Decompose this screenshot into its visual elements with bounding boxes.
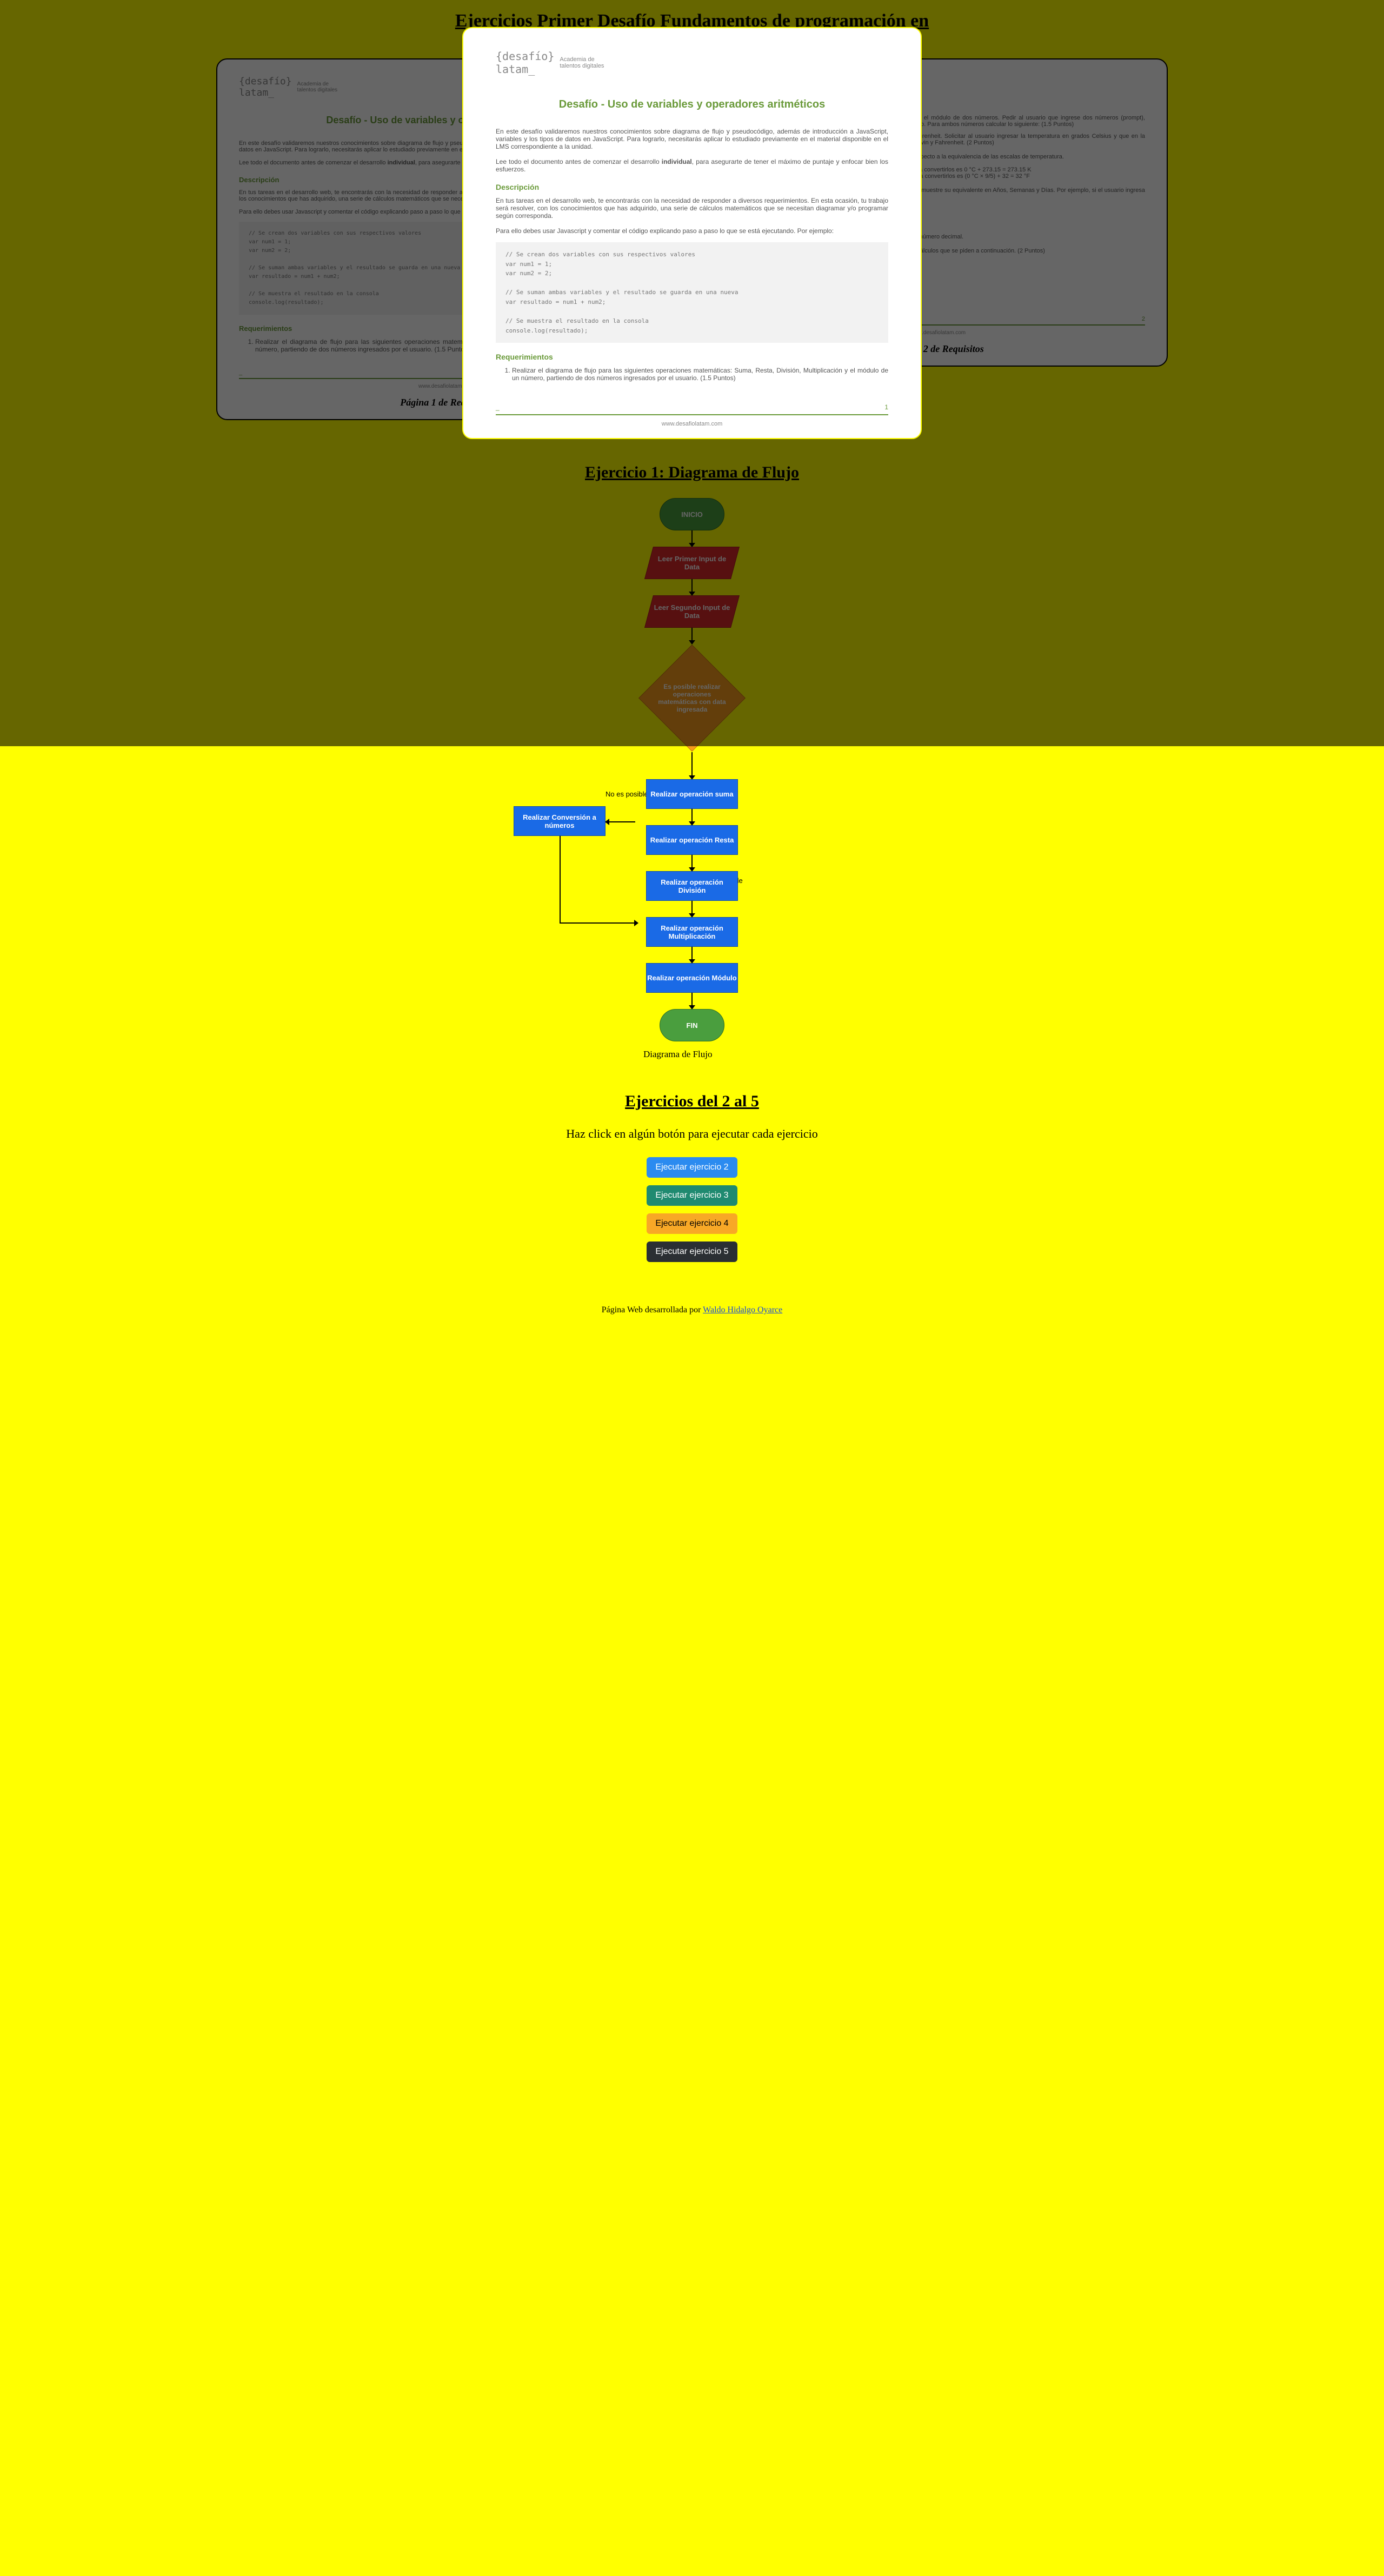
flow-resta: Realizar operación Resta <box>646 825 738 855</box>
label-no: No es posible <box>606 790 648 798</box>
arrow-icon <box>691 947 693 963</box>
req-heading: Requerimientos <box>496 353 888 361</box>
logo-tagline: Academia de talentos digitales <box>560 56 604 69</box>
modal-body: En este desafío validaremos nuestros con… <box>496 128 888 382</box>
flow-fin: FIN <box>660 1009 724 1041</box>
desc-p1: En tus tareas en el desarrollo web, te e… <box>496 197 888 220</box>
code-block: // Se crean dos variables con sus respec… <box>496 242 888 343</box>
ejecutar-3-button[interactable]: Ejecutar ejercicio 3 <box>647 1185 737 1206</box>
ejecutar-4-button[interactable]: Ejecutar ejercicio 4 <box>647 1213 737 1234</box>
modal-document: {desafío} latam_ Academia de talentos di… <box>462 27 922 439</box>
arrow-icon <box>691 855 693 871</box>
logo: {desafío} latam_ Academia de talentos di… <box>496 50 888 76</box>
buttons-group: Ejecutar ejercicio 2 Ejecutar ejercicio … <box>0 1157 1384 1262</box>
flow-caption: Diagrama de Flujo <box>638 1049 746 1060</box>
logo-brand: {desafío} latam_ <box>496 50 554 76</box>
modal-footer-bar: _ 1 <box>496 403 888 415</box>
flow-division: Realizar operación División <box>646 871 738 901</box>
modal-title: Desafío - Uso de variables y operadores … <box>496 97 888 111</box>
footer-dash: _ <box>496 403 500 411</box>
ej25-title: Ejercicios del 2 al 5 <box>0 1092 1384 1111</box>
modal-intro-2: Lee todo el documento antes de comenzar … <box>496 158 888 173</box>
arrow-icon <box>691 993 693 1009</box>
footer-text: Página Web desarrollada por <box>602 1305 703 1314</box>
page-number: 1 <box>884 403 888 411</box>
connector-line <box>606 821 635 822</box>
modal-intro-1: En este desafío validaremos nuestros con… <box>496 128 888 150</box>
footer-author-link[interactable]: Waldo Hidalgo Oyarce <box>703 1305 782 1314</box>
ejecutar-2-button[interactable]: Ejecutar ejercicio 2 <box>647 1157 737 1178</box>
ej25-subtitle: Haz click en algún botón para ejecutar c… <box>0 1127 1384 1141</box>
desc-p2: Para ello debes usar Javascript y coment… <box>496 227 888 235</box>
page-footer: Página Web desarrollada por Waldo Hidalg… <box>0 1294 1384 1337</box>
connector-line <box>560 836 561 922</box>
arrow-icon <box>691 752 693 779</box>
desc-heading: Descripción <box>496 183 888 191</box>
ejecutar-5-button[interactable]: Ejecutar ejercicio 5 <box>647 1241 737 1262</box>
flow-suma: Realizar operación suma <box>646 779 738 809</box>
req-item-1: Realizar el diagrama de flujo para las s… <box>512 367 888 382</box>
flow-conversion: Realizar Conversión a números <box>514 806 606 836</box>
modal-footer-site: www.desafiolatam.com <box>496 415 888 427</box>
flow-mult: Realizar operación Multiplicación <box>646 917 738 947</box>
arrow-icon <box>691 901 693 917</box>
req-list: Realizar el diagrama de flujo para las s… <box>496 367 888 382</box>
flow-mod: Realizar operación Módulo <box>646 963 738 993</box>
connector-line <box>560 922 638 924</box>
arrow-icon <box>691 809 693 825</box>
